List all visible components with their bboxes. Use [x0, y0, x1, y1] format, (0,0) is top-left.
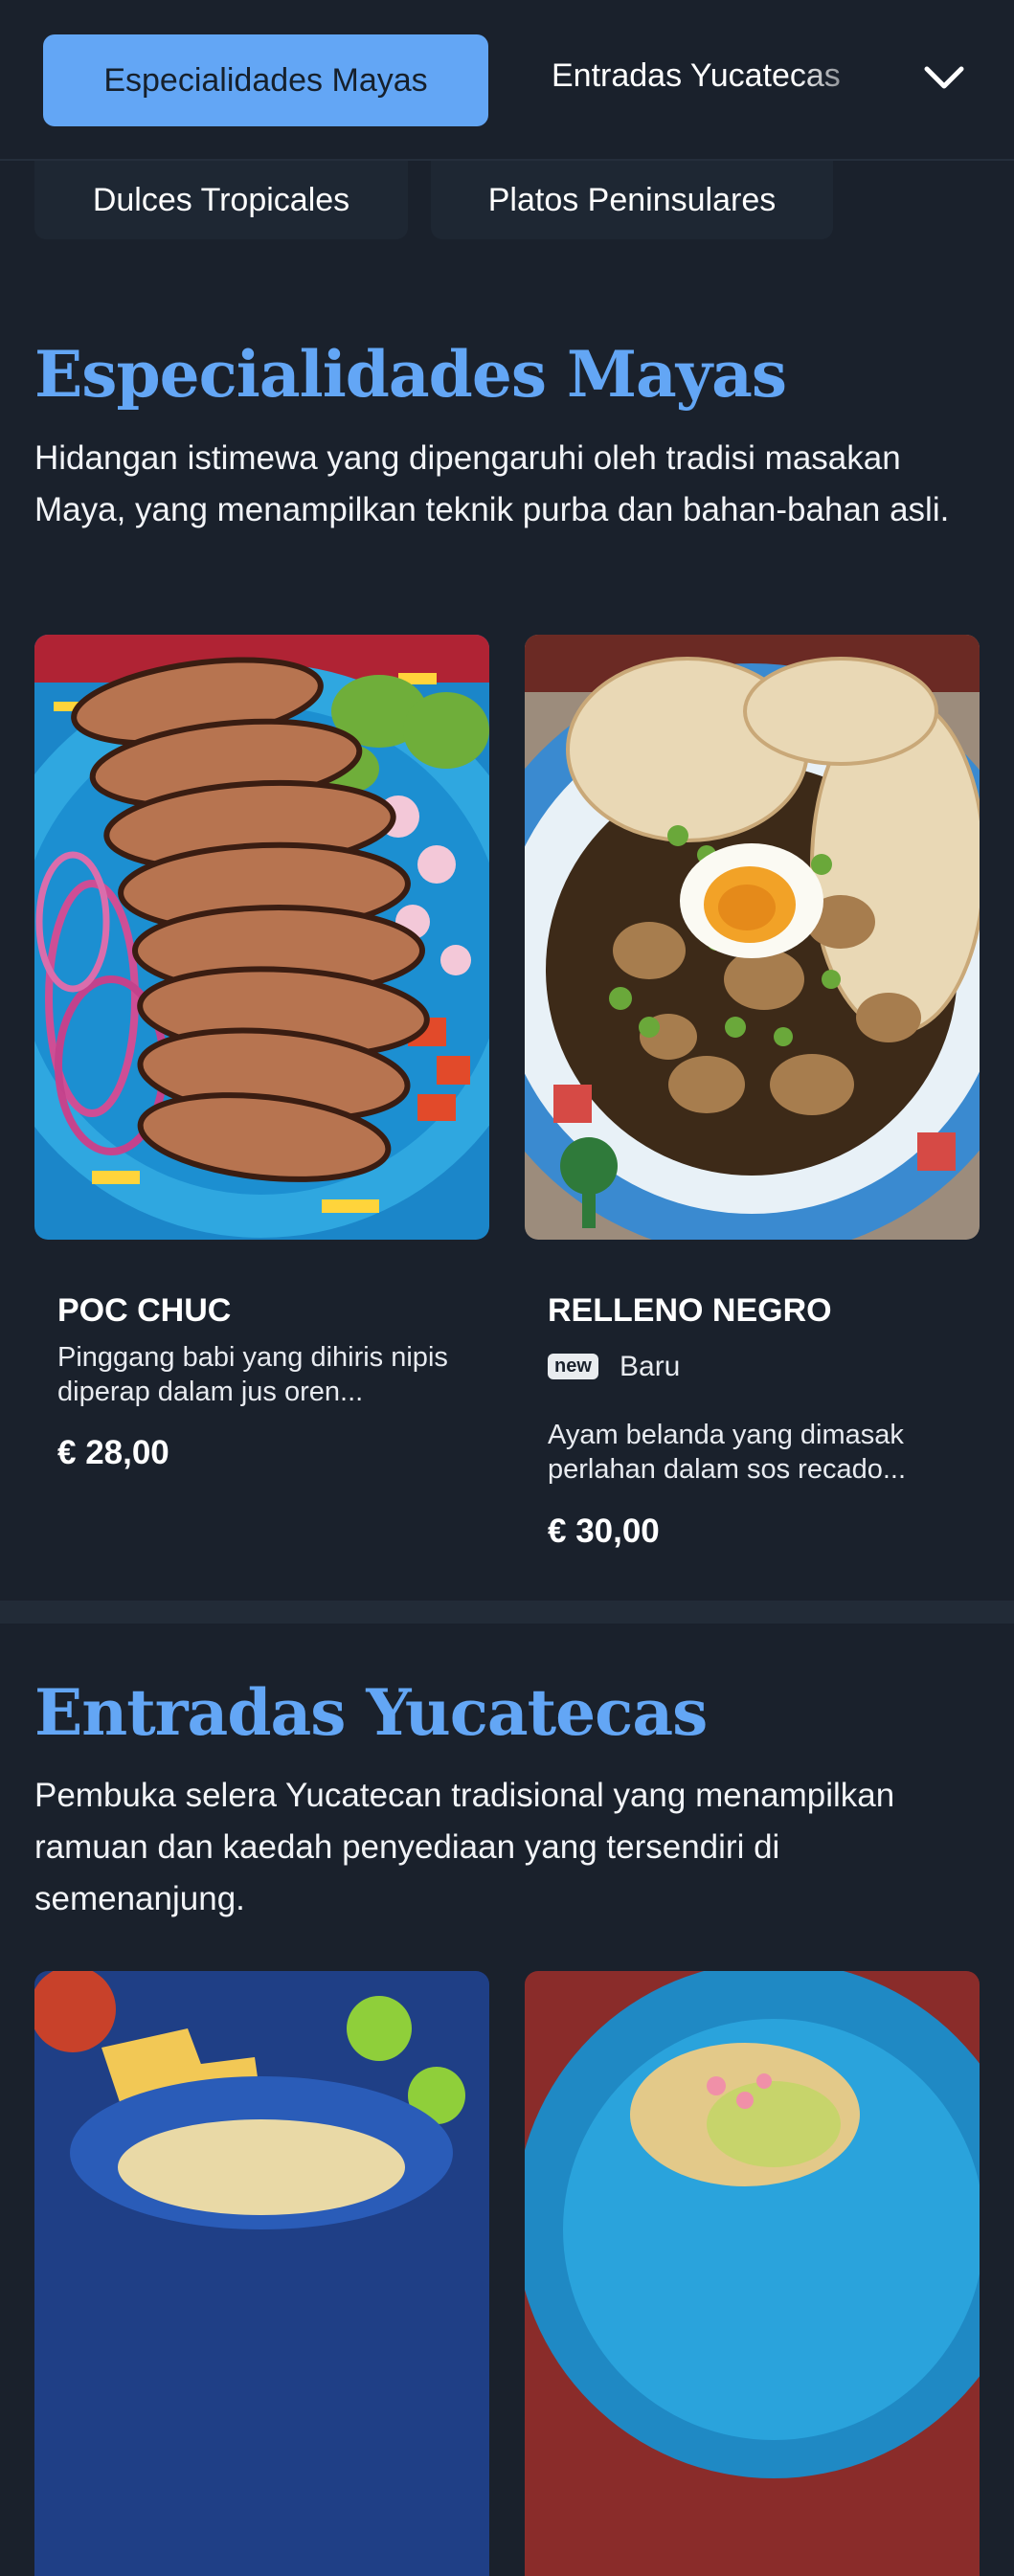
entrada-image-2[interactable] [525, 1971, 980, 2576]
item-price: € 30,00 [548, 1512, 660, 1550]
item-description: Pinggang babi yang dihiris nipis diperap… [57, 1342, 448, 1407]
new-badge: new [548, 1354, 598, 1379]
chevron-down-icon[interactable] [917, 57, 971, 100]
section-divider [0, 1601, 1014, 1624]
section-title: Entradas Yucatecas [34, 1675, 708, 1750]
category-chip-platos-peninsulares[interactable]: Platos Peninsulares [431, 161, 833, 239]
section-title: Especialidades Mayas [34, 337, 787, 412]
category-chip-especialidades-mayas[interactable]: Especialidades Mayas [43, 34, 488, 126]
category-nav-bar: Especialidades Mayas Entradas Yucatecas [0, 0, 1014, 161]
new-badge-label: Baru [620, 1351, 681, 1382]
relleno-negro-image[interactable] [525, 635, 980, 1240]
section-description: Hidangan istimewa yang dipengaruhi oleh … [34, 439, 950, 528]
item-name[interactable]: RELLENO NEGRO [548, 1292, 832, 1330]
item-name[interactable]: POC CHUC [57, 1292, 231, 1330]
poc-chuc-image[interactable] [34, 635, 489, 1240]
entrada-image-1[interactable] [34, 1971, 489, 2576]
scroll-fade [795, 38, 900, 124]
section-description: Pembuka selera Yucatecan tradisional yan… [34, 1777, 895, 1917]
category-chip-dulces-tropicales[interactable]: Dulces Tropicales [34, 161, 408, 239]
item-description: Ayam belanda yang dimasak perlahan dalam… [548, 1420, 906, 1485]
item-price: € 28,00 [57, 1434, 169, 1471]
